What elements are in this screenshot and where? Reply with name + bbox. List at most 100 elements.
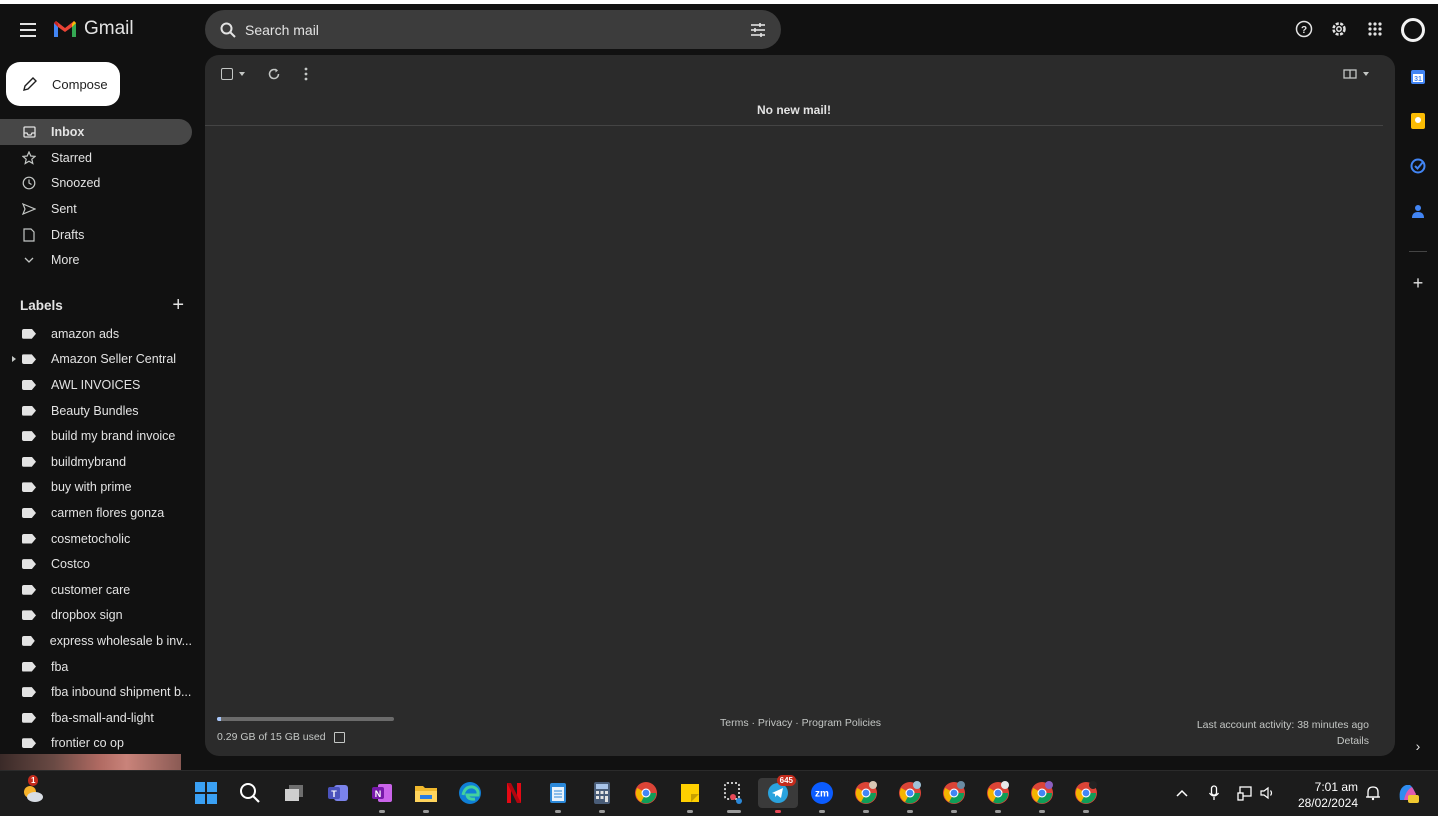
label-tag-icon: [22, 405, 36, 416]
chrome-profile-5-icon[interactable]: [1027, 778, 1057, 813]
teams-icon[interactable]: T: [323, 778, 353, 808]
storage-usage: 0.29 GB of 15 GB used: [217, 717, 394, 743]
system-clock[interactable]: 7:01 am 28/02/2024: [1290, 779, 1358, 811]
label-item[interactable]: dropbox sign: [0, 603, 192, 629]
label-tag-icon: [22, 712, 36, 723]
label-item[interactable]: frontier co op: [0, 731, 192, 757]
weather-widget-icon[interactable]: 1: [18, 775, 48, 808]
running-indicator: [951, 810, 957, 813]
svg-text:N: N: [375, 789, 382, 799]
microphone-icon[interactable]: [1206, 785, 1222, 801]
sidebar-item-label: Inbox: [51, 124, 85, 139]
footer-links[interactable]: Terms · Privacy · Program Policies: [720, 717, 881, 729]
get-addons-plus-icon[interactable]: +: [1409, 273, 1427, 293]
chrome-profile-4-icon[interactable]: [983, 778, 1013, 813]
open-in-new-icon[interactable]: [333, 731, 345, 743]
search-bar[interactable]: [205, 10, 781, 49]
label-item[interactable]: fba: [0, 654, 192, 680]
label-item[interactable]: AWL INVOICES: [0, 372, 192, 398]
label-name: amazon ads: [51, 326, 120, 341]
sidebar-item-sent[interactable]: Sent: [0, 196, 192, 222]
label-name: fba-small-and-light: [51, 710, 154, 725]
more-options-icon[interactable]: [304, 66, 308, 82]
sidebar-item-starred[interactable]: Starred: [0, 145, 192, 171]
label-tag-icon: [22, 456, 36, 467]
label-name: fba inbound shipment b...: [51, 685, 192, 700]
main-menu-icon[interactable]: [16, 18, 40, 42]
labels-title: Labels: [20, 298, 63, 313]
chrome-profile-1-icon[interactable]: [851, 778, 881, 813]
compose-label: Compose: [52, 76, 108, 92]
refresh-icon[interactable]: [267, 66, 281, 82]
tasks-icon[interactable]: [1409, 157, 1427, 175]
taskbar-search-icon[interactable]: [235, 778, 265, 808]
chevron-down-icon: [22, 253, 36, 267]
empty-inbox-message: No new mail!: [205, 95, 1383, 126]
label-name: Amazon Seller Central: [51, 352, 177, 367]
volume-icon[interactable]: [1260, 785, 1276, 801]
sticky-notes-icon[interactable]: [675, 778, 705, 813]
sidebar-item-snoozed[interactable]: Snoozed: [0, 170, 192, 196]
notepad-icon[interactable]: [543, 778, 573, 813]
label-item[interactable]: customer care: [0, 577, 192, 603]
help-icon[interactable]: ?: [1293, 18, 1315, 40]
windows-start-icon[interactable]: [191, 778, 221, 808]
zoom-icon[interactable]: zm: [807, 778, 837, 813]
clock-icon: [22, 176, 36, 190]
sidebar-item-drafts[interactable]: Drafts: [0, 222, 192, 248]
storage-text: 0.29 GB of 15 GB used: [217, 731, 326, 743]
sidebar-item-inbox[interactable]: Inbox: [0, 119, 192, 145]
label-item[interactable]: amazon ads: [0, 321, 192, 347]
chrome-profile-6-icon[interactable]: [1071, 778, 1101, 813]
compose-button[interactable]: Compose: [6, 62, 120, 106]
details-link[interactable]: Details: [1197, 733, 1369, 749]
search-options-icon[interactable]: [749, 21, 767, 39]
edge-browser-icon[interactable]: [455, 778, 485, 808]
task-view-icon[interactable]: [279, 778, 309, 808]
copilot-icon[interactable]: [1396, 781, 1420, 805]
sidebar-item-more[interactable]: More: [0, 247, 192, 273]
storage-bar-fill: [217, 717, 221, 721]
chrome-profile-2-icon[interactable]: [895, 778, 925, 813]
onenote-icon[interactable]: N: [367, 778, 397, 813]
show-side-panel-chevron-icon[interactable]: ›: [1409, 737, 1427, 755]
calendar-icon[interactable]: 31: [1409, 68, 1427, 86]
network-icon[interactable]: [1237, 785, 1253, 801]
gmail-logo[interactable]: Gmail: [52, 18, 134, 40]
notifications-icon[interactable]: [1365, 785, 1381, 801]
search-input[interactable]: [245, 21, 749, 38]
show-hidden-icons-chevron-icon[interactable]: [1174, 785, 1190, 801]
telegram-icon[interactable]: 645: [758, 775, 798, 813]
expand-label-arrow-icon[interactable]: [12, 356, 16, 363]
label-item[interactable]: buy with prime: [0, 475, 192, 501]
label-item[interactable]: fba inbound shipment b...: [0, 679, 192, 705]
chrome-icon[interactable]: [631, 778, 661, 808]
keep-icon[interactable]: [1409, 112, 1427, 130]
calculator-icon[interactable]: [587, 778, 617, 813]
label-item[interactable]: Beauty Bundles: [0, 398, 192, 424]
label-item[interactable]: Costco: [0, 551, 192, 577]
account-avatar[interactable]: [1401, 18, 1425, 42]
sidebar-item-label: Starred: [51, 150, 92, 165]
label-item[interactable]: buildmybrand: [0, 449, 192, 475]
split-pane-toggle-icon[interactable]: [1343, 66, 1369, 82]
label-item[interactable]: carmen flores gonza: [0, 500, 192, 526]
contacts-icon[interactable]: [1409, 202, 1427, 220]
apps-grid-icon[interactable]: [1364, 18, 1386, 40]
label-item[interactable]: build my brand invoice: [0, 423, 192, 449]
file-explorer-icon[interactable]: [411, 778, 441, 813]
running-indicator: [819, 810, 825, 813]
add-label-icon[interactable]: +: [172, 294, 184, 317]
chevron-down-icon: [1363, 72, 1369, 76]
settings-gear-icon[interactable]: [1328, 18, 1350, 40]
label-item[interactable]: express wholesale b inv...: [0, 628, 192, 654]
netflix-icon[interactable]: [499, 778, 529, 808]
svg-text:?: ?: [1301, 25, 1307, 36]
select-all-checkbox[interactable]: [221, 66, 245, 82]
chrome-profile-3-icon[interactable]: [939, 778, 969, 813]
snipping-tool-icon[interactable]: [719, 778, 749, 813]
search-icon[interactable]: [219, 21, 237, 39]
label-item[interactable]: cosmetocholic: [0, 526, 192, 552]
label-item[interactable]: Amazon Seller Central: [0, 347, 192, 373]
label-item[interactable]: fba-small-and-light: [0, 705, 192, 731]
